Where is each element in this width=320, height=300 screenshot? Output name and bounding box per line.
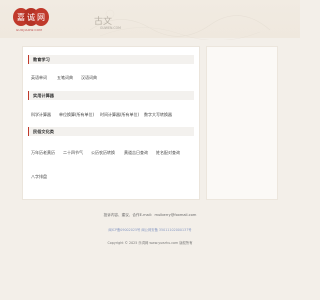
sidebar-panel [206, 46, 278, 200]
logo-icon[interactable]: 嘉 诚 网 [12, 6, 50, 28]
section-heading-calculators: 实用计算器 [28, 91, 194, 100]
link-almanac[interactable]: 万年历老黄历 [31, 150, 55, 156]
main-content-card: 教育学习 英语单词 五笔词典 汉语词典 实用计算器 科学计算器 单位换算(所有单… [22, 46, 200, 200]
footer-contact: 投诉内容、建议、合作E-mail：mulberry@foxmail.com [103, 213, 197, 217]
header: 嘉 诚 网 GUOJIAOW.COM 古文 GUWEN.COM [0, 0, 300, 40]
link-scientific-calculator[interactable]: 科学计算器 [31, 112, 51, 118]
brand-mark: 古文 GUWEN.COM [84, 14, 134, 34]
link-wubi-dictionary[interactable]: 五笔词典 [57, 75, 73, 81]
link-bazi-chart[interactable]: 八字排盘 [31, 174, 47, 180]
section-title: 民俗文化类 [33, 128, 54, 134]
link-lunar-converter[interactable]: 公历农历转换 [91, 150, 115, 156]
brand-url: GUWEN.COM [100, 26, 121, 30]
link-time-calculator[interactable]: 时间计算器(所有单位) [100, 112, 139, 118]
link-auspicious-days[interactable]: 黄道吉日查询 [124, 150, 148, 156]
footer-copyright: Copyright © 2025 乐词网 www.yuezhu.com 版权所有 [107, 241, 193, 245]
svg-text:嘉: 嘉 [17, 12, 25, 22]
link-solar-terms[interactable]: 二十四节气 [63, 150, 83, 156]
link-name-matching[interactable]: 姓名配对查询 [156, 150, 180, 156]
logo-subtitle: GUOJIAOW.COM [16, 28, 43, 32]
section-heading-education: 教育学习 [28, 55, 194, 64]
link-english-words[interactable]: 英语单词 [31, 75, 47, 81]
section-heading-folk-culture: 民俗文化类 [28, 127, 194, 136]
svg-text:诚: 诚 [27, 12, 35, 22]
link-unit-converter[interactable]: 单位换算(所有单位) [59, 112, 94, 118]
link-chinese-dictionary[interactable]: 汉语词典 [81, 75, 97, 81]
svg-text:网: 网 [37, 13, 45, 22]
section-title: 实用计算器 [33, 92, 54, 98]
link-number-uppercase[interactable]: 数字大写转换器 [144, 112, 172, 118]
footer-icp[interactable]: 闽ICP备09002025号 闽公网安备 35011102000137号 [0, 227, 300, 232]
section-title: 教育学习 [33, 56, 50, 62]
